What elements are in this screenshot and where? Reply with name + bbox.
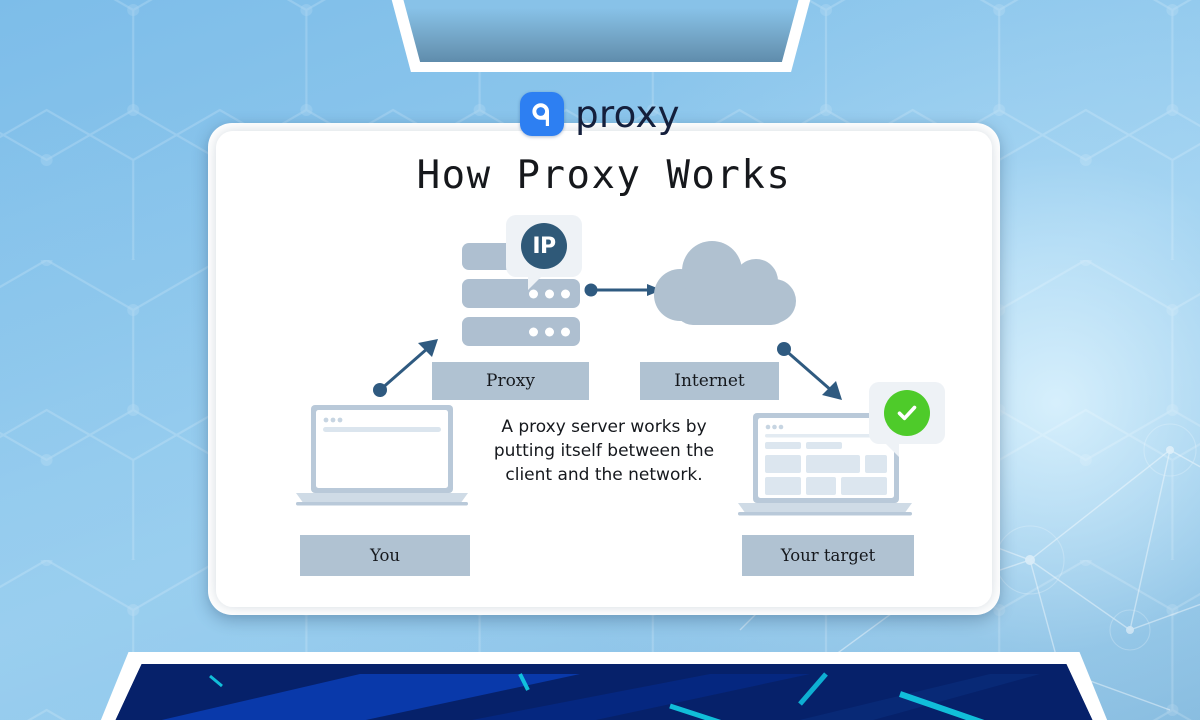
top-banner-face xyxy=(382,0,820,62)
bottom-banner-panel xyxy=(110,664,1098,720)
server-row-3 xyxy=(462,317,580,346)
server-status-dots xyxy=(529,289,570,298)
chip-label: You xyxy=(369,546,401,565)
laptop-browser-icon xyxy=(292,403,472,508)
arrow-up-right-icon xyxy=(372,336,440,398)
chip-label: Proxy xyxy=(486,371,535,391)
ip-badge-bubble: IP xyxy=(506,215,582,290)
server-status-dots xyxy=(529,327,570,336)
success-badge-bubble xyxy=(869,382,945,457)
server-row-2 xyxy=(462,279,580,308)
explanation-text: A proxy server works by putting itself b… xyxy=(493,417,715,485)
bottom-banner-decoration xyxy=(110,664,1098,720)
ip-badge-icon: IP xyxy=(521,223,567,269)
page-title: How Proxy Works xyxy=(416,153,792,198)
how-proxy-works-card: How Proxy Works IP Proxy Internet You Yo… xyxy=(216,131,992,607)
chip-label: Internet xyxy=(674,371,745,391)
arrow-down-right-icon xyxy=(776,341,844,403)
diagram-chip-your-target[interactable]: Your target xyxy=(742,535,914,576)
chip-label: Your target xyxy=(780,546,876,565)
cloud-icon xyxy=(650,239,806,331)
diagram-chip-internet[interactable]: Internet xyxy=(640,362,779,400)
brand-wordmark: proxy xyxy=(575,92,680,136)
poster-stage: proxy How Proxy Works IP Proxy Internet … xyxy=(0,0,1200,720)
check-circle-icon xyxy=(884,390,930,436)
diagram-chip-proxy[interactable]: Proxy xyxy=(432,362,589,400)
proxy-logo-icon xyxy=(520,92,565,136)
brand-logo[interactable]: proxy xyxy=(0,92,1200,136)
diagram-chip-you[interactable]: You xyxy=(300,535,470,576)
